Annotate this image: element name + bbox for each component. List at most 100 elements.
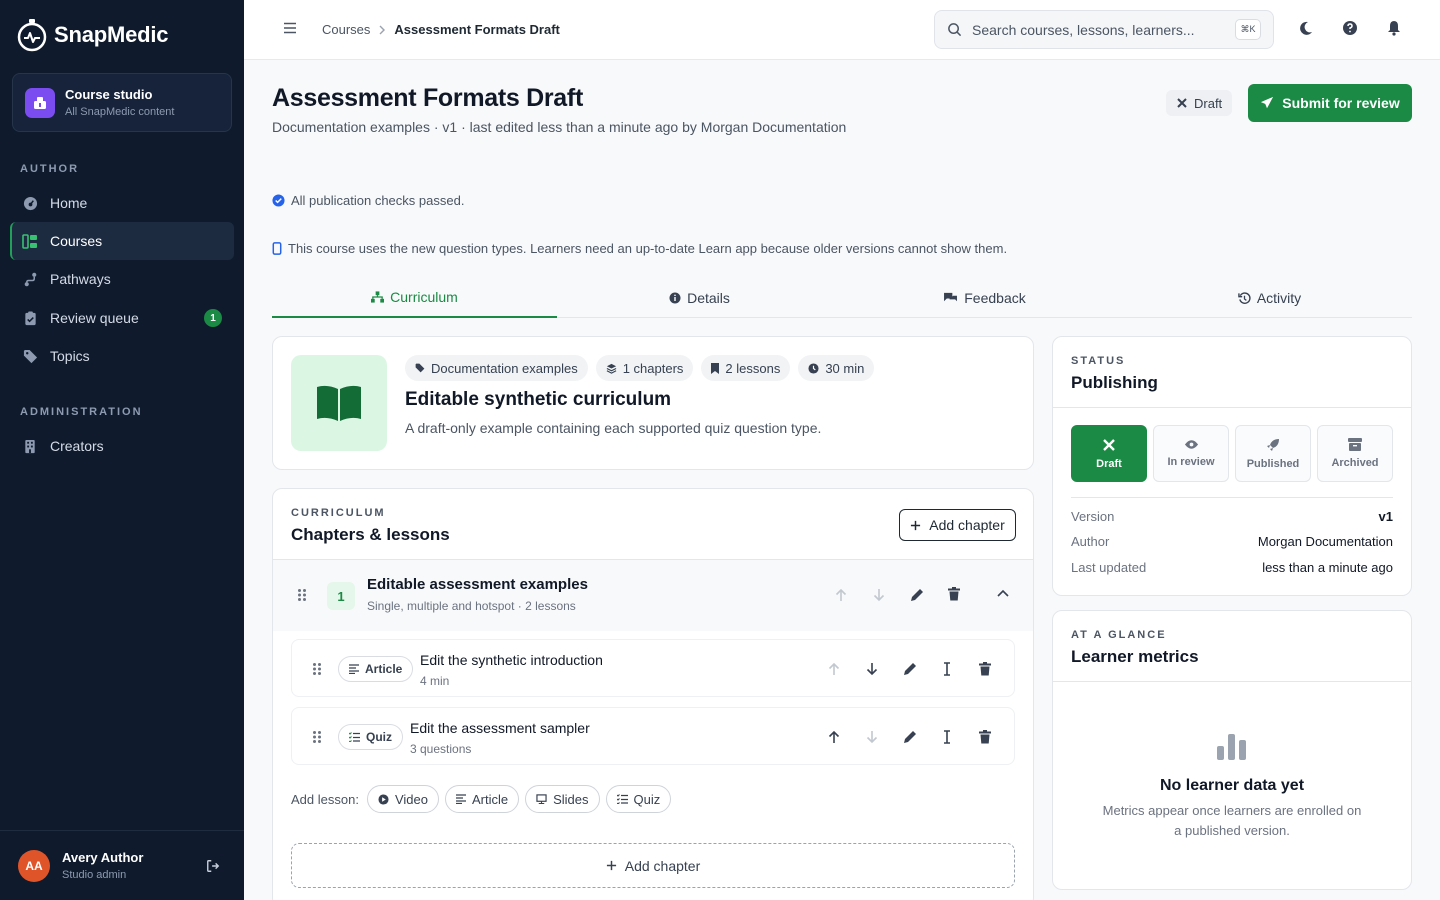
add-chapter-label: Add chapter (929, 517, 1005, 533)
publication-checks-note: All publication checks passed. (272, 193, 464, 208)
studio-switcher[interactable]: Course studio All SnapMedic content (12, 73, 232, 132)
menu-icon[interactable] (282, 20, 298, 36)
metrics-eyebrow: AT A GLANCE (1071, 629, 1167, 641)
sidebar-item-pathways[interactable]: Pathways (10, 260, 234, 298)
drag-handle-icon[interactable] (312, 662, 322, 676)
submit-for-review-button[interactable]: Submit for review (1248, 84, 1412, 122)
curriculum-eyebrow: CURRICULUM (291, 507, 386, 519)
tab-feedback[interactable]: Feedback (842, 278, 1127, 318)
text-cursor-icon[interactable] (943, 730, 951, 744)
status-option-published[interactable]: Published (1235, 425, 1311, 482)
help-icon[interactable] (1342, 20, 1358, 36)
submit-label: Submit for review (1282, 95, 1400, 111)
align-left-icon (455, 794, 466, 804)
add-quiz-button[interactable]: Quiz (605, 785, 672, 813)
clock-icon (808, 362, 819, 374)
add-video-button[interactable]: Video (366, 785, 439, 813)
tab-curriculum[interactable]: Curriculum (272, 278, 557, 318)
user-role: Studio admin (62, 869, 127, 881)
sidebar-item-home[interactable]: Home (10, 184, 234, 222)
add-article-button[interactable]: Article (444, 785, 520, 813)
sidebar-item-creators[interactable]: Creators (10, 427, 234, 465)
curriculum-title: Chapters & lessons (291, 525, 450, 544)
lessons-chip: 2 lessons (701, 355, 791, 381)
add-lesson-bar: Add lesson: Video Article Slides Quiz (291, 785, 672, 813)
status-option-draft[interactable]: Draft (1071, 425, 1147, 482)
sidebar-item-label: Pathways (50, 271, 111, 287)
sidebar-item-courses[interactable]: Courses (10, 222, 234, 260)
breadcrumb-courses[interactable]: Courses (322, 22, 370, 37)
course-chips: Documentation examples 1 chapters 2 less… (405, 355, 875, 381)
user-name: Avery Author (62, 850, 144, 865)
user-profile[interactable]: AA Avery Author Studio admin (0, 830, 244, 900)
add-chapter-button[interactable]: Add chapter (899, 509, 1016, 541)
status-option-in-review[interactable]: In review (1153, 425, 1229, 482)
sidebar-item-topics[interactable]: Topics (10, 337, 234, 375)
chip-label: 2 lessons (725, 360, 781, 376)
lesson-type-label: Article (365, 662, 403, 676)
add-lesson-label: Add lesson: (291, 791, 359, 807)
arrow-down-icon[interactable] (873, 588, 885, 602)
brand-name: SnapMedic (54, 22, 169, 47)
status-badge-label: Draft (1194, 95, 1223, 111)
tools-icon (1102, 438, 1116, 452)
tab-label: Feedback (964, 290, 1026, 306)
edit-icon[interactable] (910, 588, 924, 602)
arrow-up-icon[interactable] (828, 730, 840, 744)
tab-label: Activity (1256, 290, 1302, 306)
sidebar-item-review-queue[interactable]: Review queue 1 (10, 299, 234, 337)
trash-icon[interactable] (979, 730, 991, 744)
tag-icon (415, 363, 425, 373)
arrow-up-icon[interactable] (835, 588, 847, 602)
course-title: Editable synthetic curriculum (405, 389, 672, 410)
tab-activity[interactable]: Activity (1127, 278, 1412, 318)
lesson-meta: 4 min (420, 674, 450, 688)
chevron-up-icon[interactable] (997, 589, 1009, 597)
tab-details[interactable]: Details (557, 278, 842, 318)
add-slides-button[interactable]: Slides (525, 785, 600, 813)
meta-author: Author Morgan Documentation (1071, 534, 1393, 549)
meta-last-updated: Last updated less than a minute ago (1071, 560, 1393, 575)
add-chapter-bottom-button[interactable]: Add chapter (291, 843, 1015, 888)
bell-icon[interactable] (1386, 20, 1402, 36)
lesson-row[interactable]: Quiz Edit the assessment sampler 3 quest… (291, 707, 1015, 765)
logout-icon[interactable] (206, 859, 220, 873)
lesson-type-badge: Article (338, 656, 414, 682)
search-input[interactable]: Search courses, lessons, learners... ⌘K (934, 10, 1274, 49)
sidebar-item-label: Creators (50, 438, 104, 454)
brand-logo[interactable]: SnapMedic (16, 18, 169, 52)
page-title: Assessment Formats Draft (272, 84, 583, 112)
status-eyebrow: STATUS (1071, 355, 1126, 367)
meta-key: Version (1071, 509, 1115, 524)
tools-icon (1176, 97, 1188, 109)
send-icon (1260, 96, 1274, 110)
edit-icon[interactable] (903, 662, 917, 676)
chapter-row[interactable]: 1 Editable assessment examples Single, m… (273, 559, 1033, 631)
add-chapter-bottom-label: Add chapter (624, 857, 701, 874)
moon-icon[interactable] (1298, 20, 1314, 36)
arrow-up-icon[interactable] (828, 662, 840, 676)
edit-icon[interactable] (903, 730, 917, 744)
chevron-right-icon (378, 25, 386, 35)
duration-chip: 30 min (798, 355, 875, 381)
arrow-down-icon[interactable] (866, 730, 878, 744)
search-icon (947, 22, 962, 37)
curriculum-card: CURRICULUM Chapters & lessons Add chapte… (272, 488, 1034, 900)
lesson-row[interactable]: Article Edit the synthetic introduction … (291, 639, 1015, 697)
list-check-icon (349, 732, 360, 742)
studio-title: Course studio (65, 87, 153, 102)
search-placeholder: Search courses, lessons, learners... (972, 21, 1195, 38)
chip-label: 1 chapters (622, 360, 684, 376)
trash-icon[interactable] (948, 587, 960, 601)
drag-handle-icon[interactable] (312, 730, 322, 744)
arrow-down-icon[interactable] (866, 662, 878, 676)
status-option-archived[interactable]: Archived (1317, 425, 1393, 482)
drag-handle-icon[interactable] (297, 588, 307, 602)
stopwatch-logo-icon (16, 18, 48, 52)
sidebar-item-label: Home (50, 195, 88, 211)
text-cursor-icon[interactable] (943, 662, 951, 676)
status-card: STATUS Publishing Draft In review Publis… (1052, 336, 1412, 596)
meta-version: Version v1 (1071, 509, 1393, 524)
trash-icon[interactable] (979, 662, 991, 676)
presentation-icon (536, 794, 547, 804)
